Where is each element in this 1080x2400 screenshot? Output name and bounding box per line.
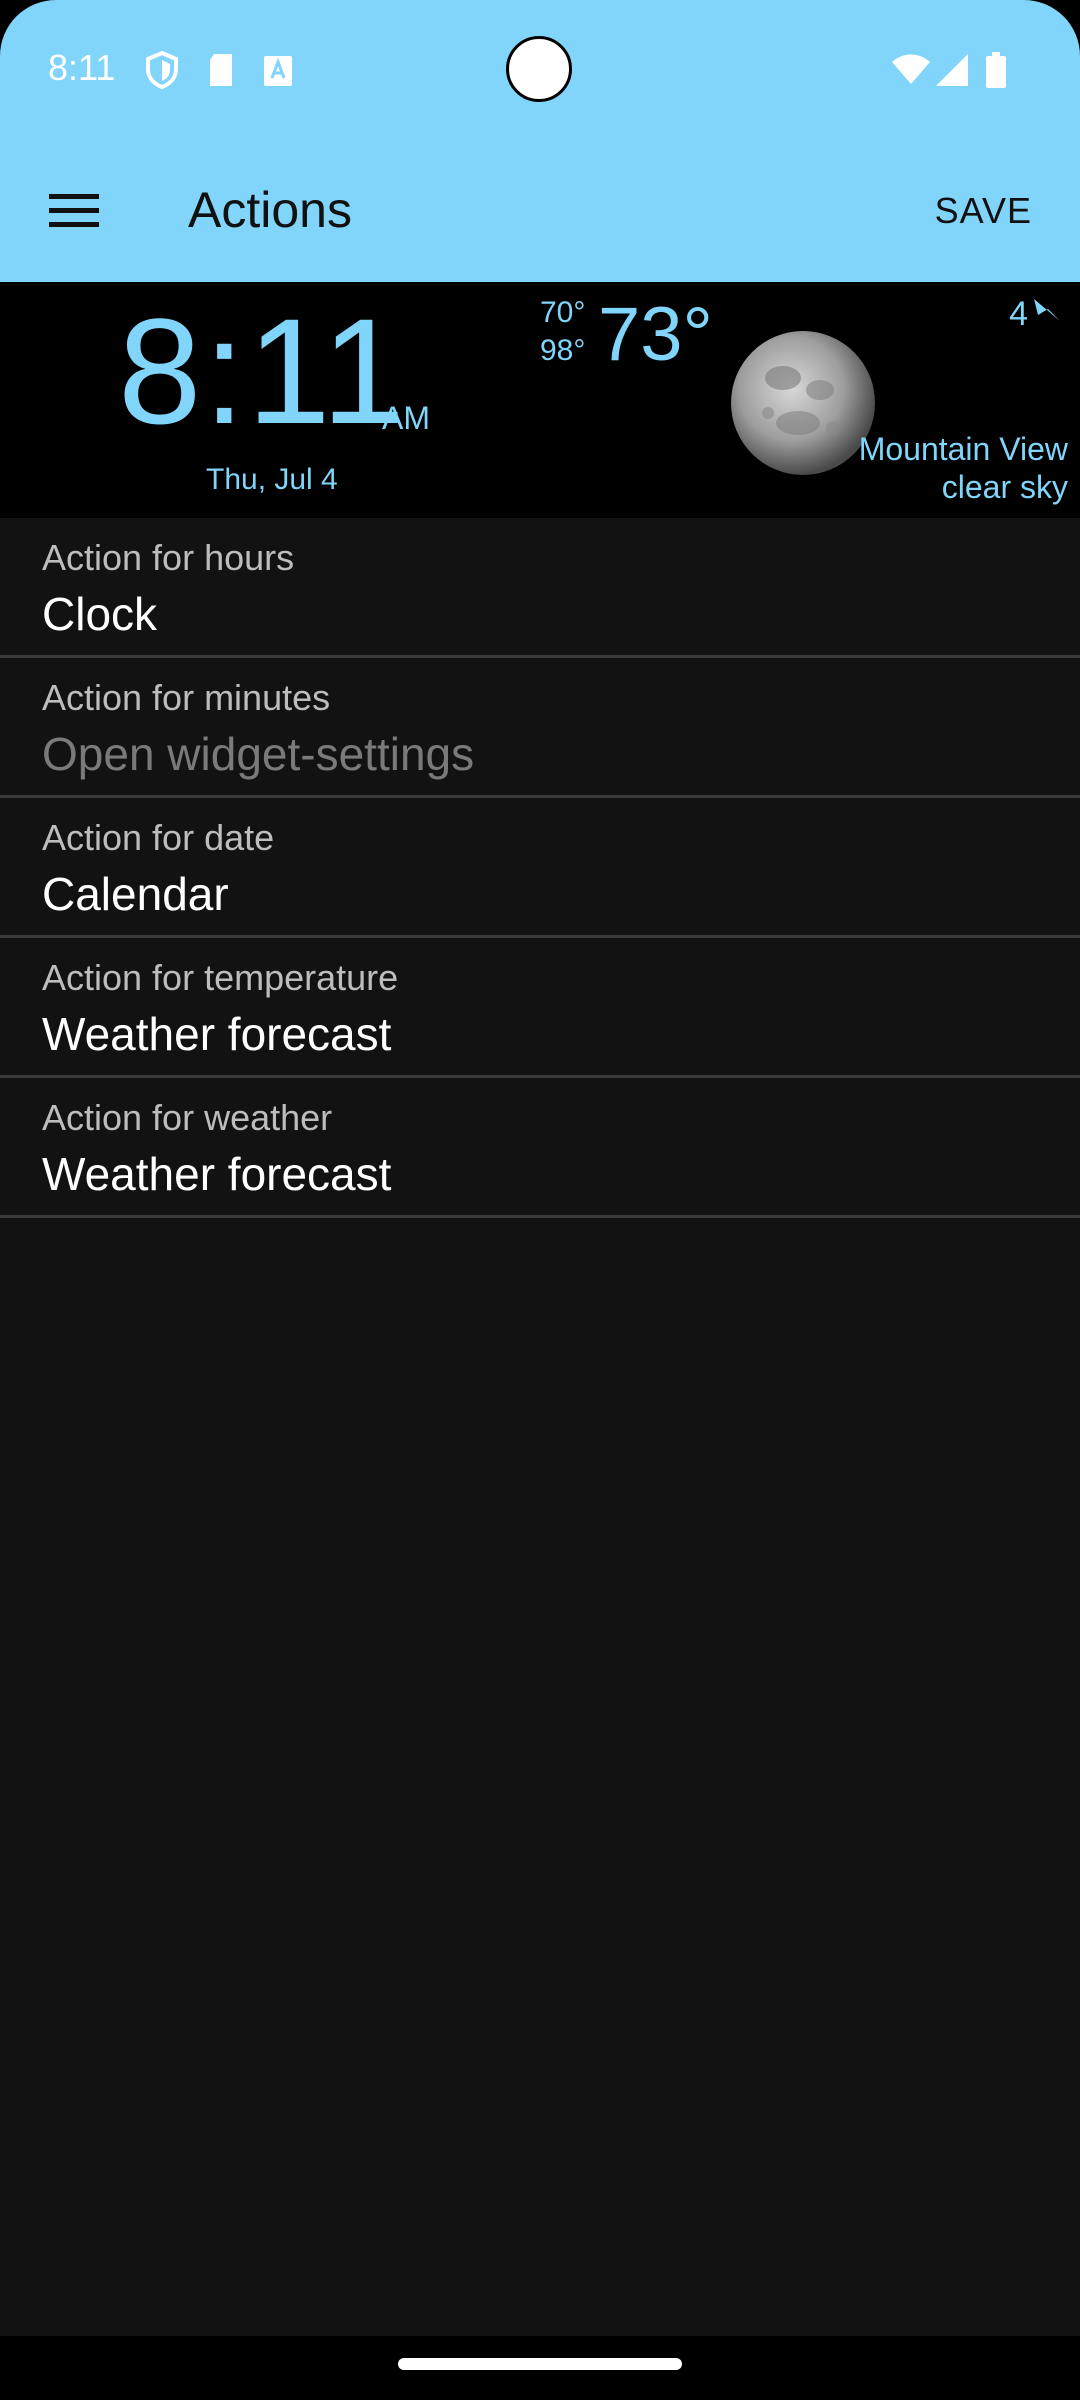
widget-date[interactable]: Thu, Jul 4 [206,460,338,500]
wifi-icon [890,50,932,90]
action-title: Action for hours [42,537,295,578]
font-a-icon [262,50,294,90]
action-value: Open widget-settings [42,728,475,780]
widget-preview[interactable]: 8:11 AM Thu, Jul 4 70° 98° 73° 4 Mountai… [0,282,1080,518]
navigation-bar [0,2336,1080,2400]
camera-cutout [506,36,572,102]
hamburger-menu-icon [49,192,99,233]
action-item-hours[interactable]: Action for hours Clock [0,518,1080,658]
status-bar: 8:11 [0,0,1080,140]
action-title: Action for minutes [42,677,331,718]
action-item-weather[interactable]: Action for weather Weather forecast [0,1078,1080,1218]
action-value: Weather forecast [42,1148,392,1200]
action-title: Action for temperature [42,957,399,998]
cell-signal-icon [934,50,970,90]
action-value: Clock [42,588,158,640]
action-list: Action for hours Clock Action for minute… [0,518,1080,1218]
hamburger-menu-button[interactable] [24,172,124,252]
top-bar: 8:11 Actions SAVE [0,0,1080,282]
home-indicator[interactable] [398,2358,682,2370]
widget-time[interactable]: 8:11 [118,286,407,456]
widget-condition[interactable]: clear sky [942,468,1068,506]
status-time: 8:11 [48,47,116,88]
widget-temp-high: 98° [540,334,586,367]
sd-card-icon [206,50,236,90]
action-title: Action for weather [42,1097,333,1138]
shield-icon [144,50,180,90]
wind-direction-icon [1032,292,1062,336]
action-value: Weather forecast [42,1008,392,1060]
save-button[interactable]: SAVE [917,176,1050,246]
action-item-date[interactable]: Action for date Calendar [0,798,1080,938]
action-item-temperature[interactable]: Action for temperature Weather forecast [0,938,1080,1078]
app-bar: Actions SAVE [0,140,1080,282]
widget-location: Mountain View [858,431,1068,467]
battery-icon [984,50,1008,90]
page-title: Actions [188,182,352,238]
action-item-minutes[interactable]: Action for minutes Open widget-settings [0,658,1080,798]
widget-temp-current[interactable]: 73° [598,292,713,378]
action-value: Calendar [42,868,229,920]
widget-wind: 4 [1009,292,1062,336]
screen: 8:11 Actions SAVE 8:11 AM Thu, Jul 4 70°… [0,0,1080,2400]
wind-speed: 4 [1009,295,1028,333]
moon-icon[interactable] [728,328,878,478]
widget-temp-low: 70° [540,296,586,329]
widget-ampm: AM [382,400,430,436]
action-title: Action for date [42,817,275,858]
